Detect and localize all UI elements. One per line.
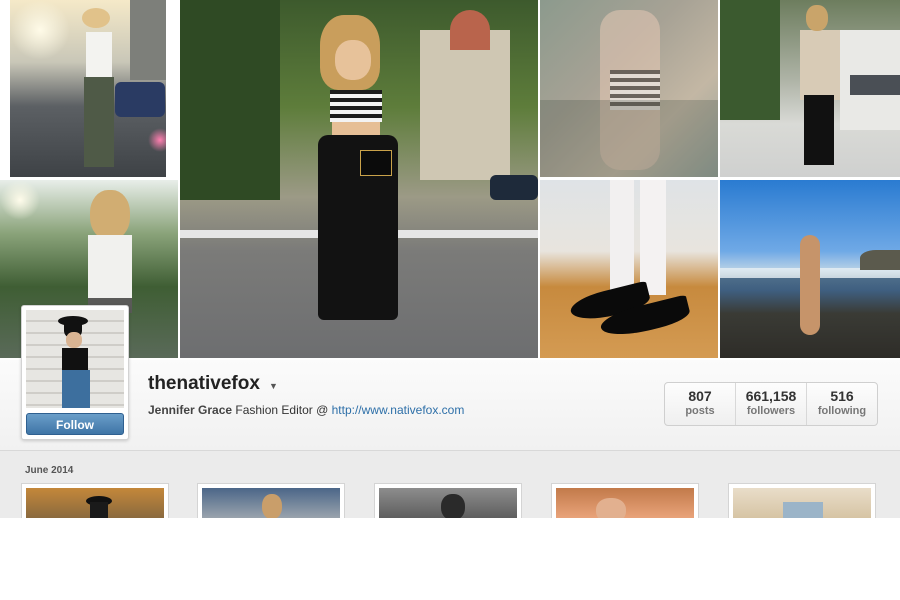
- header-photo-collage: [0, 0, 900, 360]
- instagram-profile-page: Follow thenativefox ▼ Jennifer Grace Fas…: [0, 0, 900, 600]
- bio-link[interactable]: http://www.nativefox.com: [332, 403, 465, 417]
- collage-photo-1[interactable]: [10, 0, 166, 177]
- profile-username: thenativefox: [148, 373, 260, 394]
- page-blank-area: [0, 518, 900, 600]
- stat-following-label: following: [817, 405, 867, 417]
- stat-posts[interactable]: 807 posts: [665, 383, 736, 425]
- profile-bio: Jennifer Grace Fashion Editor @ http://w…: [148, 403, 464, 417]
- stat-followers-label: followers: [746, 405, 796, 417]
- stat-followers-value: 661,158: [745, 388, 797, 404]
- bio-text: Fashion Editor @: [232, 403, 332, 417]
- feed-thumbnail[interactable]: [728, 483, 876, 518]
- collage-photo-4[interactable]: [720, 0, 900, 177]
- feed-thumbnail[interactable]: [551, 483, 699, 518]
- caret-down-icon[interactable]: ▼: [269, 381, 278, 391]
- feed-thumbnail[interactable]: [374, 483, 522, 518]
- collage-photo-3[interactable]: [540, 0, 718, 177]
- stat-following[interactable]: 516 following: [807, 383, 877, 425]
- stat-posts-label: posts: [685, 405, 715, 417]
- photo-feed: June 2014: [0, 451, 900, 518]
- avatar[interactable]: [26, 310, 124, 408]
- stat-posts-value: 807: [688, 388, 712, 404]
- collage-photo-6[interactable]: [540, 180, 718, 358]
- follow-button[interactable]: Follow: [26, 413, 124, 435]
- feed-thumbnail[interactable]: [197, 483, 345, 518]
- profile-stats: 807 posts 661,158 followers 516 followin…: [664, 382, 878, 426]
- bio-name: Jennifer Grace: [148, 403, 233, 417]
- profile-avatar-card: Follow: [21, 305, 129, 440]
- stat-following-value: 516: [830, 388, 854, 404]
- collage-photo-7[interactable]: [720, 180, 900, 358]
- feed-month-label: June 2014: [25, 465, 74, 476]
- collage-photo-2[interactable]: [180, 0, 538, 358]
- stat-followers[interactable]: 661,158 followers: [736, 383, 807, 425]
- feed-thumbnail[interactable]: [21, 483, 169, 518]
